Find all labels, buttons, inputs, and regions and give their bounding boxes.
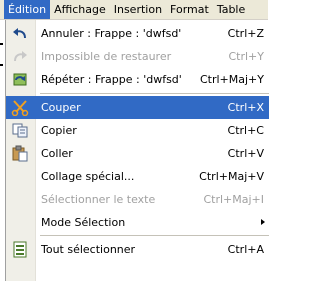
menu-item-repeat[interactable]: Répéter : Frappe : 'dwfsd' Ctrl+Maj+Y xyxy=(6,68,269,91)
menu-item-label: Sélectionner le texte xyxy=(41,193,156,206)
menu-item-shortcut: Ctrl+V xyxy=(227,147,264,160)
select-all-icon xyxy=(11,241,29,258)
menu-bar: Édition Affichage Insertion Format Table xyxy=(0,0,268,20)
menu-item-shortcut: Ctrl+Maj+I xyxy=(203,193,264,206)
submenu-arrow-icon xyxy=(261,219,265,225)
undo-icon xyxy=(11,25,29,42)
repeat-icon xyxy=(11,71,29,88)
menu-item-paste[interactable]: Coller Ctrl+V xyxy=(6,142,269,165)
menu-item-select-all[interactable]: Tout sélectionner Ctrl+A xyxy=(6,238,269,261)
menu-item-label: Impossible de restaurer xyxy=(41,50,172,63)
menu-edition[interactable]: Édition xyxy=(4,0,51,19)
menu-item-undo[interactable]: Annuler : Frappe : 'dwfsd' Ctrl+Z xyxy=(6,22,269,45)
menu-format[interactable]: Format xyxy=(166,0,213,19)
menu-item-shortcut: Ctrl+Maj+V xyxy=(199,170,264,183)
menu-item-copy[interactable]: Copier Ctrl+C xyxy=(6,119,269,142)
menu-affichage[interactable]: Affichage xyxy=(50,0,110,19)
menu-item-shortcut: Ctrl+Maj+Y xyxy=(199,73,264,86)
menu-item-selection-mode[interactable]: Mode Sélection xyxy=(6,211,269,234)
copy-icon xyxy=(11,122,29,139)
redo-icon xyxy=(11,48,29,65)
scissors-icon xyxy=(11,99,29,116)
menu-item-redo[interactable]: Impossible de restaurer Ctrl+Y xyxy=(6,45,269,68)
menu-item-select-text[interactable]: Sélectionner le texte Ctrl+Maj+I xyxy=(6,188,269,211)
menu-item-shortcut: Ctrl+Y xyxy=(228,50,264,63)
menu-item-paste-special[interactable]: Collage spécial... Ctrl+Maj+V xyxy=(6,165,269,188)
menu-item-label: Mode Sélection xyxy=(41,216,126,229)
menu-item-label: Tout sélectionner xyxy=(41,243,136,256)
paste-icon xyxy=(11,145,29,162)
menu-item-label: Répéter : Frappe : 'dwfsd' xyxy=(41,73,182,86)
menu-item-label: Copier xyxy=(41,124,77,137)
menu-item-shortcut: Ctrl+Z xyxy=(227,27,264,40)
menu-table[interactable]: Table xyxy=(213,0,249,19)
menu-item-shortcut: Ctrl+X xyxy=(227,101,264,114)
menu-item-cut[interactable]: Couper Ctrl+X xyxy=(6,96,269,119)
menu-item-label: Collage spécial... xyxy=(41,170,135,183)
edit-dropdown-menu: Annuler : Frappe : 'dwfsd' Ctrl+Z Imposs… xyxy=(5,20,269,281)
menu-insertion[interactable]: Insertion xyxy=(110,0,166,19)
menu-item-shortcut: Ctrl+C xyxy=(227,124,264,137)
menu-separator xyxy=(40,93,269,94)
menu-item-label: Couper xyxy=(41,101,81,114)
menu-item-label: Coller xyxy=(41,147,73,160)
menu-item-label: Annuler : Frappe : 'dwfsd' xyxy=(41,27,182,40)
menu-separator xyxy=(40,235,269,236)
menu-item-shortcut: Ctrl+A xyxy=(227,243,264,256)
